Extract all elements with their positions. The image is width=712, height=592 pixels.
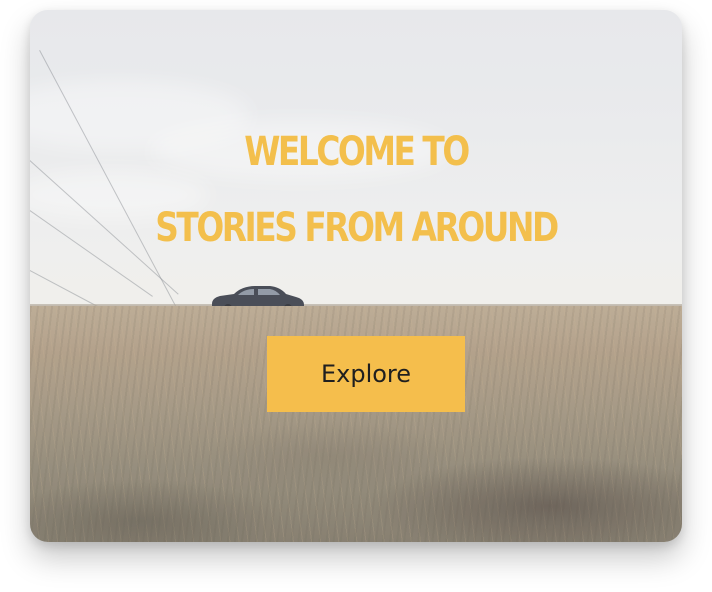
hero-title: WELCOME TO STORIES FROM AROUND <box>89 114 624 266</box>
hero-title-line-2: STORIES FROM AROUND <box>155 205 559 251</box>
hero-card: WELCOME TO STORIES FROM AROUND Explore <box>30 10 682 542</box>
hero-background-image <box>30 10 682 542</box>
hero-title-line-1: WELCOME TO <box>244 129 470 175</box>
explore-button[interactable]: Explore <box>267 336 465 412</box>
